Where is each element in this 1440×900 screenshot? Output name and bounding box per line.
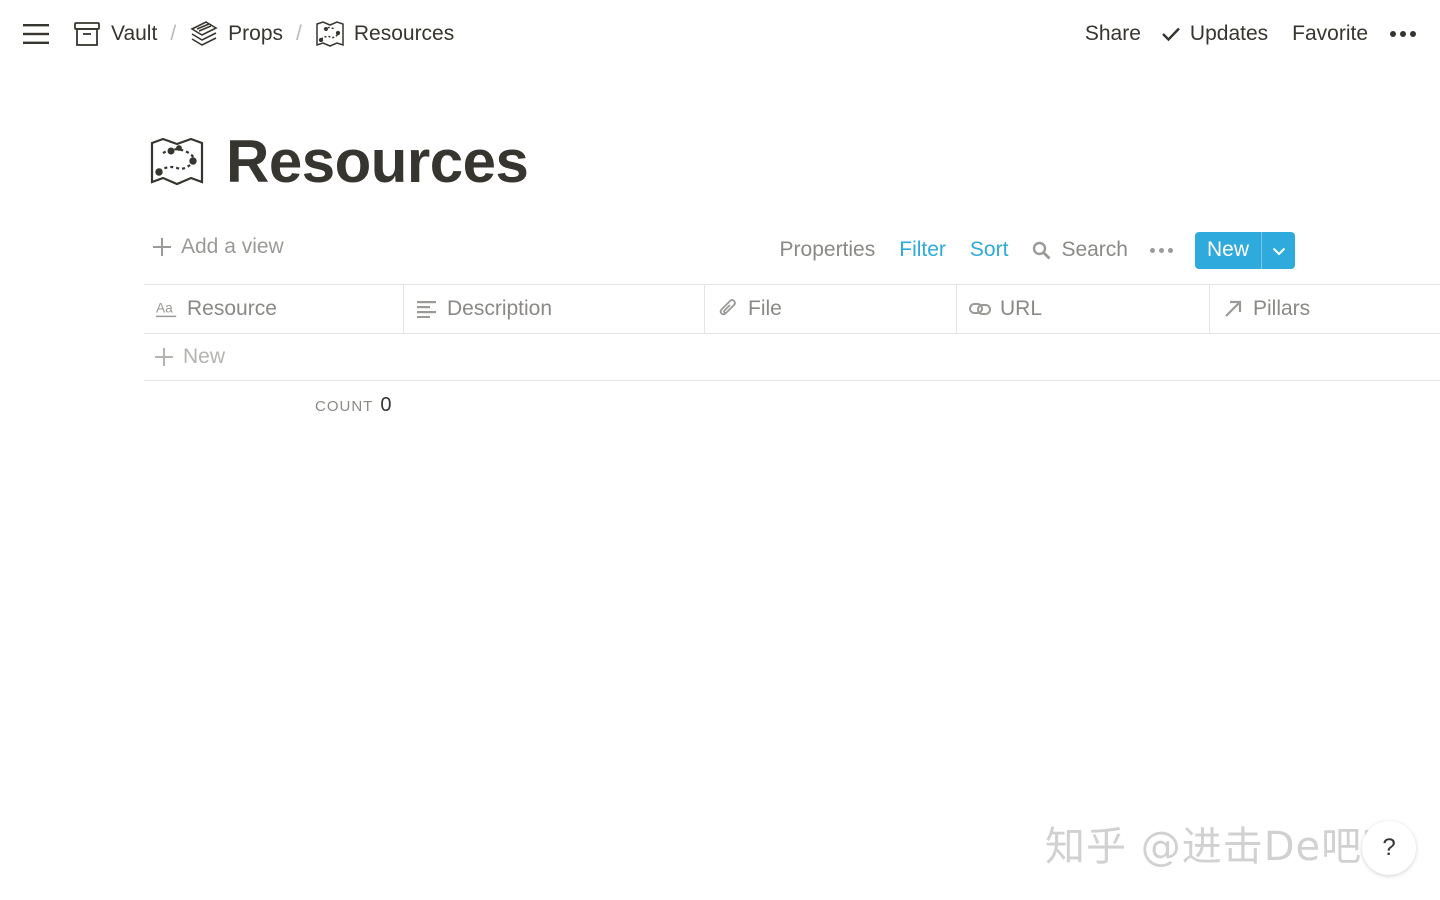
properties-button[interactable]: Properties — [780, 238, 876, 262]
share-label: Share — [1084, 22, 1141, 45]
add-row-label: New — [183, 345, 226, 368]
properties-label: Properties — [779, 238, 876, 261]
page-title[interactable]: Resources — [226, 126, 529, 198]
count-value: 0 — [380, 394, 392, 416]
add-view-button[interactable]: Add a view — [152, 235, 284, 259]
search-icon — [1032, 241, 1051, 260]
breadcrumb-separator: / — [170, 22, 177, 45]
topbar: Vault / Props / Resources Share Updates … — [0, 0, 1440, 68]
add-row-button[interactable]: New — [144, 334, 1440, 381]
column-header-url[interactable]: URL — [957, 285, 1210, 333]
new-button[interactable]: New — [1195, 231, 1262, 269]
new-button-group: New — [1194, 231, 1295, 269]
sort-label: Sort — [969, 238, 1009, 261]
column-header-description[interactable]: Description — [404, 285, 705, 333]
new-dropdown-button[interactable] — [1262, 232, 1295, 269]
count-label: COUNT — [315, 398, 374, 415]
view-toolbar: Add a view Properties Filter Sort Search — [144, 231, 1440, 271]
breadcrumb-item-props[interactable]: Props — [189, 19, 283, 49]
column-label: File — [748, 297, 782, 320]
column-header-resource[interactable]: Aa Resource — [144, 285, 404, 333]
breadcrumb-label: Resources — [353, 22, 455, 45]
chevron-down-icon — [1272, 238, 1286, 262]
column-label: URL — [1000, 297, 1043, 320]
breadcrumb-label: Vault — [111, 22, 158, 45]
plus-icon — [154, 347, 174, 367]
page-header: Resources — [148, 126, 529, 198]
help-button[interactable]: ? — [1362, 821, 1416, 875]
watermark: 知乎 @进击De吧唧 — [1045, 824, 1404, 870]
stacked-layers-icon — [189, 19, 219, 49]
text-lines-icon — [416, 298, 438, 320]
treasure-map-icon — [315, 19, 345, 49]
share-button[interactable]: Share — [1085, 22, 1141, 46]
updates-button[interactable]: Updates — [1161, 22, 1268, 46]
favorite-label: Favorite — [1292, 22, 1368, 45]
favorite-button[interactable]: Favorite — [1292, 22, 1368, 46]
updates-label: Updates — [1189, 22, 1269, 45]
svg-text:Aa: Aa — [156, 301, 173, 316]
treasure-map-icon[interactable] — [148, 133, 206, 191]
link-icon — [969, 298, 991, 320]
more-options-button[interactable] — [1390, 31, 1416, 37]
filter-label: Filter — [899, 238, 946, 261]
text-aa-icon: Aa — [156, 298, 178, 320]
breadcrumb: Vault / Props / Resources — [72, 16, 454, 52]
database-table: Aa Resource Description File URL Pillars… — [144, 284, 1440, 381]
ellipsis-icon — [1149, 247, 1173, 253]
plus-icon — [152, 237, 172, 257]
view-tools: Properties Filter Sort Search New — [780, 231, 1295, 269]
column-label: Description — [447, 297, 553, 320]
search-label: Search — [1061, 238, 1128, 261]
checkmark-icon — [1161, 26, 1181, 42]
breadcrumb-item-vault[interactable]: Vault — [72, 19, 157, 49]
search-button[interactable]: Search — [1032, 238, 1128, 262]
sort-button[interactable]: Sort — [970, 238, 1009, 262]
add-view-label: Add a view — [181, 235, 284, 258]
top-actions: Share Updates Favorite — [1085, 16, 1416, 52]
column-label: Resource — [187, 297, 277, 320]
hamburger-menu-icon[interactable] — [22, 20, 50, 48]
ellipsis-icon — [1390, 31, 1416, 37]
relation-arrow-icon — [1222, 298, 1244, 320]
row-count[interactable]: COUNT 0 — [315, 394, 391, 417]
column-header-file[interactable]: File — [705, 285, 957, 333]
question-mark-icon: ? — [1382, 834, 1396, 861]
breadcrumb-separator: / — [296, 22, 302, 45]
view-more-button[interactable] — [1149, 247, 1173, 253]
breadcrumb-item-resources[interactable]: Resources — [315, 19, 454, 49]
column-label: Pillars — [1253, 297, 1311, 320]
column-header-pillars[interactable]: Pillars — [1210, 285, 1440, 333]
archive-box-icon — [72, 19, 102, 49]
table-header: Aa Resource Description File URL Pillars — [144, 284, 1440, 334]
paperclip-icon — [717, 298, 739, 320]
filter-button[interactable]: Filter — [899, 238, 946, 262]
breadcrumb-label: Props — [228, 22, 284, 45]
new-button-label: New — [1206, 238, 1249, 261]
